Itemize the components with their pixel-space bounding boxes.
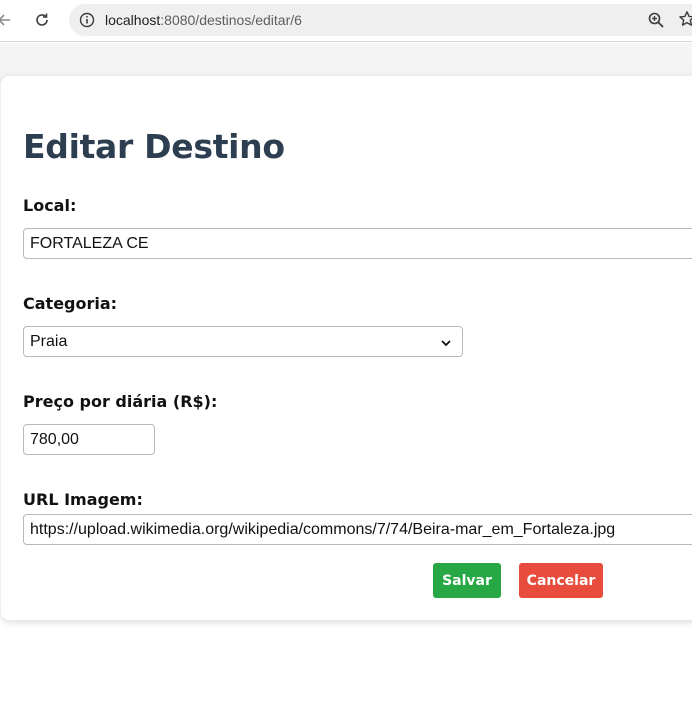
address-bar[interactable]: localhost:8080/destinos/editar/6 [69, 4, 692, 36]
preco-input-value: 780,00 [30, 430, 79, 448]
back-icon[interactable] [0, 8, 16, 32]
imagem-url-input[interactable]: https://upload.wikimedia.org/wikipedia/c… [23, 514, 692, 545]
categoria-select-value: Praia [30, 332, 68, 350]
cancel-button[interactable]: Cancelar [519, 563, 603, 598]
browser-toolbar: localhost:8080/destinos/editar/6 [0, 0, 692, 42]
categoria-label: Categoria: [23, 294, 118, 313]
imagem-url-input-value: https://upload.wikimedia.org/wikipedia/c… [30, 520, 616, 538]
preco-label: Preço por diária (R$): [23, 392, 218, 411]
local-input[interactable]: FORTALEZA CE [23, 228, 692, 259]
save-button[interactable]: Salvar [433, 563, 501, 598]
bookmark-star-icon[interactable] [678, 10, 692, 28]
url-path: :8080/destinos/editar/6 [160, 12, 302, 28]
url-host: localhost [105, 12, 161, 28]
reload-icon[interactable] [30, 8, 54, 32]
local-label: Local: [23, 196, 77, 215]
zoom-icon[interactable] [647, 11, 665, 29]
site-info-icon[interactable] [79, 12, 95, 28]
categoria-select[interactable]: Praia [23, 326, 463, 357]
local-input-value: FORTALEZA CE [30, 234, 149, 252]
page-title: Editar Destino [23, 127, 285, 166]
chevron-down-icon [440, 336, 452, 348]
url-text: localhost:8080/destinos/editar/6 [105, 12, 302, 28]
imagem-label: URL Imagem: [23, 490, 143, 509]
preco-input[interactable]: 780,00 [23, 424, 155, 455]
